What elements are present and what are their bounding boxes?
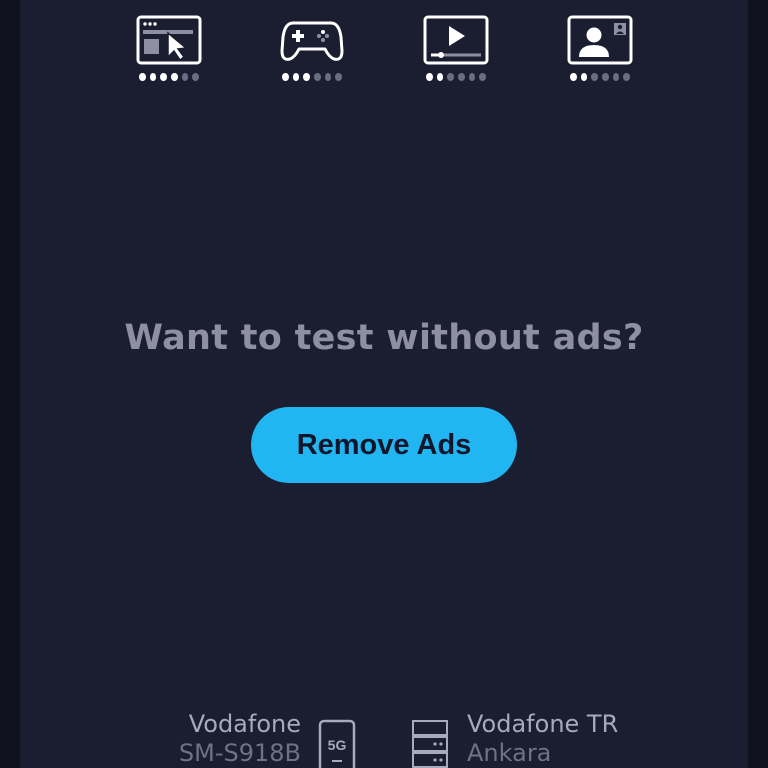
video-call-icon <box>567 15 633 65</box>
metric-web-browsing <box>136 15 202 85</box>
rating-dot-empty <box>479 73 487 81</box>
carrier-name: Vodafone <box>188 710 301 738</box>
rating-dot-filled <box>139 73 146 81</box>
rating-dot-empty <box>612 73 620 81</box>
gamepad-icon <box>280 21 344 61</box>
rating-dot-empty <box>458 73 465 81</box>
server-icon <box>411 719 449 768</box>
provider-name: Vodafone TR <box>467 710 619 738</box>
server-info: Vodafone TR Ankara <box>467 710 618 768</box>
metric-video-streaming <box>423 15 489 85</box>
connection-info: Vodafone SM-S918B 5G Vodafone TR Ankara <box>20 710 748 768</box>
video-player-icon <box>423 15 489 65</box>
rating-dot-filled <box>436 73 444 81</box>
experience-ratings <box>20 15 748 85</box>
metric-dots <box>426 73 487 83</box>
rating-dot-filled <box>282 73 289 81</box>
rating-dot-filled <box>160 73 168 81</box>
rating-dot-filled <box>149 73 157 81</box>
rating-dot-filled <box>171 73 178 81</box>
device-model: SM-S918B <box>178 739 301 767</box>
rating-dot-empty <box>324 73 332 81</box>
phone-icon: 5G <box>318 719 356 768</box>
browser-cursor-icon <box>136 15 202 65</box>
remove-ads-button[interactable]: Remove Ads <box>251 407 517 483</box>
rating-dot-filled <box>570 73 577 81</box>
carrier-info: Vodafone SM-S918B <box>179 710 301 768</box>
metric-dots <box>282 73 343 83</box>
rating-dot-empty <box>468 73 476 81</box>
network-badge: 5G <box>328 737 347 753</box>
rating-dot-empty <box>335 73 343 81</box>
rating-dot-filled <box>580 73 588 81</box>
rating-dot-filled <box>303 73 311 81</box>
rating-dot-filled <box>292 73 300 81</box>
metric-gaming <box>279 15 345 85</box>
server-location: Ankara <box>467 739 552 767</box>
results-panel: Want to test without ads? Remove Ads Vod… <box>20 0 748 768</box>
rating-dot-empty <box>623 73 631 81</box>
metric-dots <box>139 73 200 83</box>
rating-dot-empty <box>447 73 455 81</box>
rating-dot-empty <box>314 73 321 81</box>
metric-dots <box>570 73 631 83</box>
rating-dot-empty <box>602 73 609 81</box>
rating-dot-filled <box>426 73 433 81</box>
rating-dot-empty <box>192 73 200 81</box>
rating-dot-empty <box>181 73 189 81</box>
metric-video-calling <box>567 15 633 85</box>
rating-dot-empty <box>591 73 599 81</box>
no-ads-prompt: Want to test without ads? <box>124 318 644 358</box>
